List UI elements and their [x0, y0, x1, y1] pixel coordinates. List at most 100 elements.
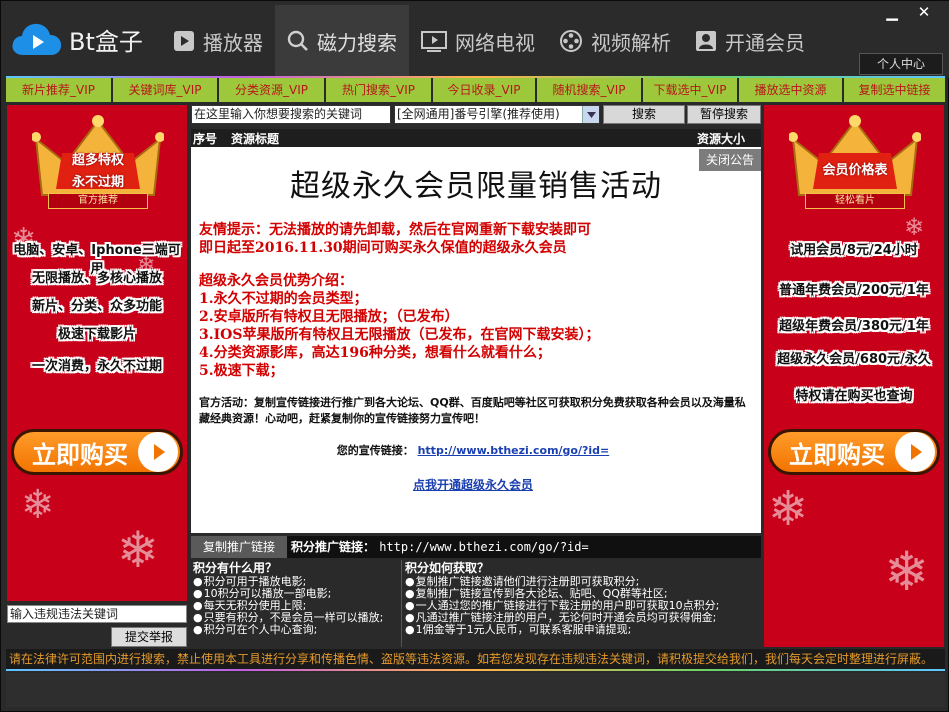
points-earning-heading: 积分如何获取？: [405, 561, 490, 575]
promo-url: http://www.bthezi.com/go/?id=: [379, 540, 589, 554]
advantage-item: 1.永久不过期的会员类型；: [199, 291, 368, 307]
snowflake-icon: ❄: [768, 481, 809, 537]
banner-line: 一次消费，永久不过期: [31, 359, 162, 374]
crown-subtitle: 轻松看片: [805, 193, 905, 209]
col-number[interactable]: 序号: [193, 130, 217, 147]
points-usage-item: 积分可在个人中心查询;: [193, 624, 399, 636]
cloud-play-icon: [12, 23, 62, 55]
nav-web-tv-label: 网络电视: [455, 30, 535, 55]
tab-play-selected[interactable]: 播放选中资源: [739, 78, 844, 102]
snowflake-icon: ❄: [904, 213, 925, 241]
promo-link[interactable]: http://www.bthezi.com/go/?id=: [418, 444, 610, 457]
price-line: 超级永久会员/680元/永久: [777, 352, 931, 367]
tab-hot-search[interactable]: 热门搜索_VIP: [326, 78, 433, 102]
minimize-button[interactable]: ▁: [881, 4, 903, 20]
snowflake-icon: ❄: [884, 540, 930, 603]
results-header: 序号 资源标题 资源大小: [191, 129, 761, 147]
open-vip-row: 点我开通超级永久会员: [199, 477, 747, 493]
arrow-right-icon: [895, 432, 935, 472]
tab-keyword-library[interactable]: 关键词库_VIP: [113, 78, 219, 102]
vip-toolbar: 新片推荐_VIP 关键词库_VIP 分类资源_VIP 热门搜索_VIP 今日收录…: [6, 78, 945, 102]
close-button[interactable]: ✕: [913, 4, 935, 20]
personal-center-button[interactable]: 个人中心: [859, 53, 943, 75]
advantage-item: 2.安卓版所有特权且无限播放；（已发布）: [199, 309, 459, 325]
col-size[interactable]: 资源大小: [697, 130, 745, 147]
buy-now-button[interactable]: 立即购买: [11, 429, 183, 475]
tab-copy-link[interactable]: 复制选中链接: [844, 78, 945, 102]
play-icon: [174, 31, 194, 51]
crown-line-2: 永不过期: [71, 175, 124, 190]
points-info: 积分有什么用？ 积分可用于播放电影; 10积分可以播放一部电影; 每天无积分使用…: [191, 560, 761, 647]
official-activity-text: 官方活动：复制宣传链接进行推广到各大论坛、QQ群、百度贴吧等社区可获取积分免费获…: [199, 396, 746, 425]
tab-download-selected[interactable]: 下载选中_VIP: [643, 78, 739, 102]
copy-promo-link-button[interactable]: 复制推广链接: [191, 536, 287, 558]
points-divider: [401, 560, 402, 647]
points-earning: 积分如何获取？ 复制推广链接邀请他们进行注册即可获取积分; 复制推广链接宣传到各…: [405, 560, 761, 636]
search-button[interactable]: 搜索: [603, 105, 685, 124]
banner-line: 无限播放、多核心播放: [31, 271, 162, 286]
price-line: 特权请在购买也查询: [795, 389, 913, 404]
nav-magnet-search[interactable]: 磁力搜索: [275, 5, 409, 77]
film-reel-icon: [560, 30, 582, 52]
nav-video-parse[interactable]: 视频解析: [547, 5, 683, 77]
footer-accent-line: [6, 669, 945, 671]
open-vip-link[interactable]: 点我开通超级永久会员: [413, 478, 533, 492]
tab-new-releases[interactable]: 新片推荐_VIP: [6, 78, 113, 102]
tab-random-search[interactable]: 随机搜索_VIP: [537, 78, 643, 102]
chevron-down-icon[interactable]: [582, 106, 599, 123]
nav-open-vip-label: 开通会员: [725, 30, 805, 55]
nav-player[interactable]: 播放器: [161, 5, 275, 77]
advantage-item: 3.IOS苹果版所有特权且无限播放（已发布，在官网下载安装）；: [199, 327, 600, 343]
app-logo: Bt盒子: [11, 19, 143, 59]
promo-link-label: 您的宣传链接：: [336, 444, 414, 457]
advantages-heading: 超级永久会员优势介绍：: [199, 273, 353, 289]
submit-report-button[interactable]: 提交举报: [111, 627, 187, 647]
buy-now-label: 立即购买: [789, 440, 885, 469]
search-input[interactable]: 在这里输入你想要搜索的关键词: [191, 105, 391, 124]
nav-magnet-search-label: 磁力搜索: [317, 30, 397, 55]
app-title: Bt盒子: [69, 27, 143, 56]
right-ad-banner[interactable]: ❄ ❄ ❄ 会员价格表 轻松看片 试用会员/8元/24小时 普通年费会员/200…: [764, 105, 944, 647]
report-keyword-input[interactable]: 输入违规违法关键词: [7, 605, 187, 623]
nav-player-label: 播放器: [203, 30, 263, 55]
buy-now-button[interactable]: 立即购买: [768, 429, 940, 475]
search-engine-value: [全网通用]番号引擎(推荐使用): [397, 107, 560, 121]
tip-line-1: 友情提示：无法播放的请先卸载，然后在官网重新下载安装即可: [199, 222, 591, 238]
title-bar: Bt盒子 播放器 磁力搜索 网络电视 视频解析 开通会员 ▁ ✕ 个人中心: [1, 1, 949, 78]
status-bar: [6, 673, 945, 707]
search-icon: [287, 30, 308, 51]
user-icon: [696, 31, 716, 51]
banner-line: 极速下载影片: [57, 327, 136, 342]
advantage-item: 4.分类资源影库，高达196种分类，想看什么就看什么；: [199, 345, 551, 361]
legal-disclaimer: 请在法律许可范围内进行搜索，禁止使用本工具进行分享和传播色情、盗版等违法资源。如…: [6, 649, 945, 669]
crown-line-1: 超多特权: [71, 153, 124, 168]
advantage-item: 5.极速下载；: [199, 363, 284, 379]
price-line: 超级年费会员/380元/1年: [779, 319, 929, 334]
left-ad-banner[interactable]: ❄ ❄ ❄ ❄ 超多特权 永不过期 官方推荐 电脑、安卓、Iphone三端可用 …: [7, 105, 187, 601]
promo-bar: 复制推广链接 积分推广链接： http://www.bthezi.com/go/…: [191, 536, 761, 558]
crown-subtitle: 官方推荐: [48, 193, 148, 209]
tab-today-indexed[interactable]: 今日收录_VIP: [433, 78, 537, 102]
col-title[interactable]: 资源标题: [231, 130, 279, 147]
nav-open-vip[interactable]: 开通会员: [683, 5, 817, 77]
promo-link-row: 您的宣传链接： http://www.bthezi.com/go/?id=: [199, 443, 747, 459]
snowflake-icon: ❄: [21, 482, 55, 528]
nav-web-tv[interactable]: 网络电视: [409, 5, 547, 77]
points-usage: 积分有什么用？ 积分可用于播放电影; 10积分可以播放一部电影; 每天无积分使用…: [193, 560, 399, 636]
nav-video-parse-label: 视频解析: [591, 30, 671, 55]
price-line: 普通年费会员/200元/1年: [779, 283, 929, 298]
search-engine-select[interactable]: [全网通用]番号引擎(推荐使用): [394, 105, 600, 124]
promo-label: 积分推广链接：: [291, 540, 376, 554]
announcement-title: 超级永久会员限量销售活动: [290, 169, 662, 204]
points-earning-item: 1佣金等于1元人民币，可联系客服申请提现;: [405, 624, 761, 636]
announcement-panel: 关闭公告 超级永久会员限量销售活动 友情提示：无法播放的请先卸载，然后在官网重新…: [191, 147, 761, 533]
pause-search-button[interactable]: 暂停搜索: [687, 105, 761, 124]
crown-line-1: 会员价格表: [822, 163, 888, 178]
main-nav: 播放器 磁力搜索 网络电视 视频解析 开通会员: [161, 5, 817, 77]
tab-category-resources[interactable]: 分类资源_VIP: [219, 78, 326, 102]
snowflake-icon: ❄: [117, 521, 159, 579]
buy-now-label: 立即购买: [32, 440, 128, 469]
tv-icon: [421, 31, 447, 52]
tip-line-2: 即日起至2016.11.30期间可购买永久保值的超级永久会员: [199, 240, 567, 256]
promo-link-text: 积分推广链接： http://www.bthezi.com/go/?id=: [291, 536, 589, 558]
